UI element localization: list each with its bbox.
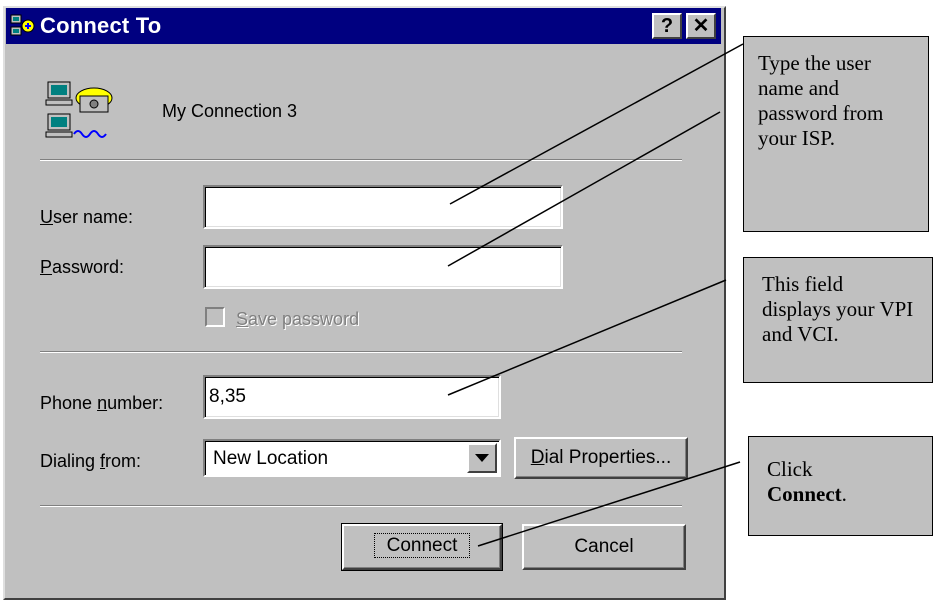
callout-line-connect bbox=[477, 461, 741, 547]
callout-lines bbox=[447, 43, 744, 547]
callout-line-password bbox=[447, 111, 721, 267]
callout-line-phone bbox=[447, 279, 727, 396]
